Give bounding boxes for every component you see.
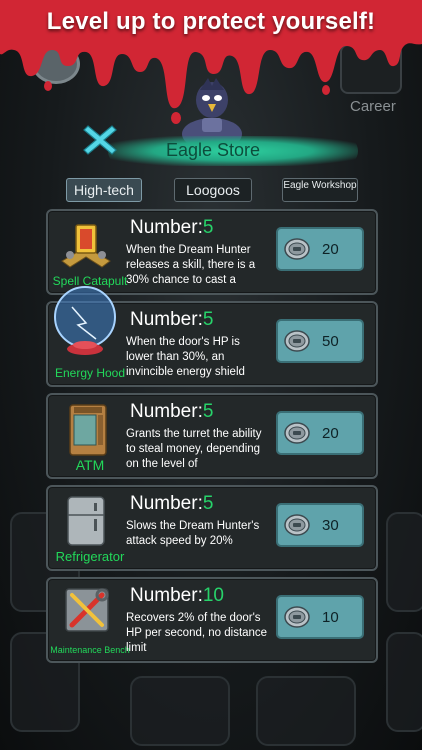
buy-button[interactable]: 10: [276, 595, 364, 639]
coin-icon: [284, 606, 310, 628]
item-number-value: 5: [202, 309, 214, 330]
close-icon[interactable]: [82, 122, 118, 158]
item-description: Grants the turret the ability to steal m…: [126, 428, 262, 470]
background-tile: [386, 632, 422, 732]
store-item-atm: ATM Number:5 Grants the turret the abili…: [46, 393, 378, 479]
item-number-value: 5: [202, 217, 214, 238]
item-number-label: Number:: [130, 309, 203, 330]
item-number: Number:10: [130, 585, 224, 607]
refrigerator-icon: [67, 496, 105, 546]
item-description: Recovers 2% of the door's HP per second,…: [126, 612, 268, 654]
item-number-value: 10: [202, 585, 224, 606]
item-name: ATM: [75, 457, 105, 473]
energy-hood-icon: [54, 286, 116, 355]
item-number: Number:5: [130, 493, 213, 515]
item-number-label: Number:: [130, 401, 203, 422]
item-number-value: 5: [202, 401, 214, 422]
buy-button[interactable]: 50: [276, 319, 364, 363]
item-description: When the Dream Hunter releases a skill, …: [126, 244, 256, 286]
background-tile: [386, 512, 422, 612]
background-tile: [130, 676, 230, 746]
maintenance-bench-icon: [65, 588, 109, 632]
banner-title: Level up to protect yourself!: [46, 8, 376, 35]
item-number-value: 5: [202, 493, 214, 514]
spell-catapult-icon: [61, 224, 111, 268]
item-number: Number:5: [130, 217, 213, 239]
buy-button[interactable]: 20: [276, 411, 364, 455]
item-description: When the door's HP is lower than 30%, an…: [126, 336, 245, 378]
item-price: 10: [322, 609, 339, 626]
store-title: Eagle Store: [165, 140, 261, 160]
store-item-maintenance-bench: Maintenance Bench Number:10 Recovers 2% …: [46, 577, 378, 663]
item-name: Maintenance Bench: [50, 645, 130, 655]
store-item-refrigerator: Refrigerator Number:5 Slows the Dream Hu…: [46, 485, 378, 571]
item-number-label: Number:: [130, 217, 203, 238]
item-name: Refrigerator: [55, 549, 125, 564]
item-price: 20: [322, 425, 339, 442]
atm-icon: [69, 404, 107, 456]
item-number-label: Number:: [130, 493, 203, 514]
store-item-energy-hood: Energy Hood Number:5 When the door's HP …: [46, 286, 378, 387]
item-description: Slows the Dream Hunter's attack speed by…: [126, 520, 260, 547]
tab-eagle-workshop[interactable]: Eagle Workshop: [282, 178, 358, 202]
coin-icon: [284, 330, 310, 352]
coin-icon: [284, 422, 310, 444]
item-price: 20: [322, 241, 339, 258]
tab-loogoos[interactable]: Loogoos: [174, 178, 252, 202]
item-number-label: Number:: [130, 585, 203, 606]
buy-button[interactable]: 30: [276, 503, 364, 547]
item-name: Energy Hood: [54, 366, 126, 380]
buy-button[interactable]: 20: [276, 227, 364, 271]
background-tile: [256, 676, 356, 746]
tab-high-tech[interactable]: High-tech: [66, 178, 142, 202]
item-number: Number:5: [130, 309, 213, 331]
coin-icon: [284, 238, 310, 260]
item-price: 30: [322, 517, 339, 534]
item-number: Number:5: [130, 401, 213, 423]
coin-icon: [284, 514, 310, 536]
item-price: 50: [322, 333, 339, 350]
